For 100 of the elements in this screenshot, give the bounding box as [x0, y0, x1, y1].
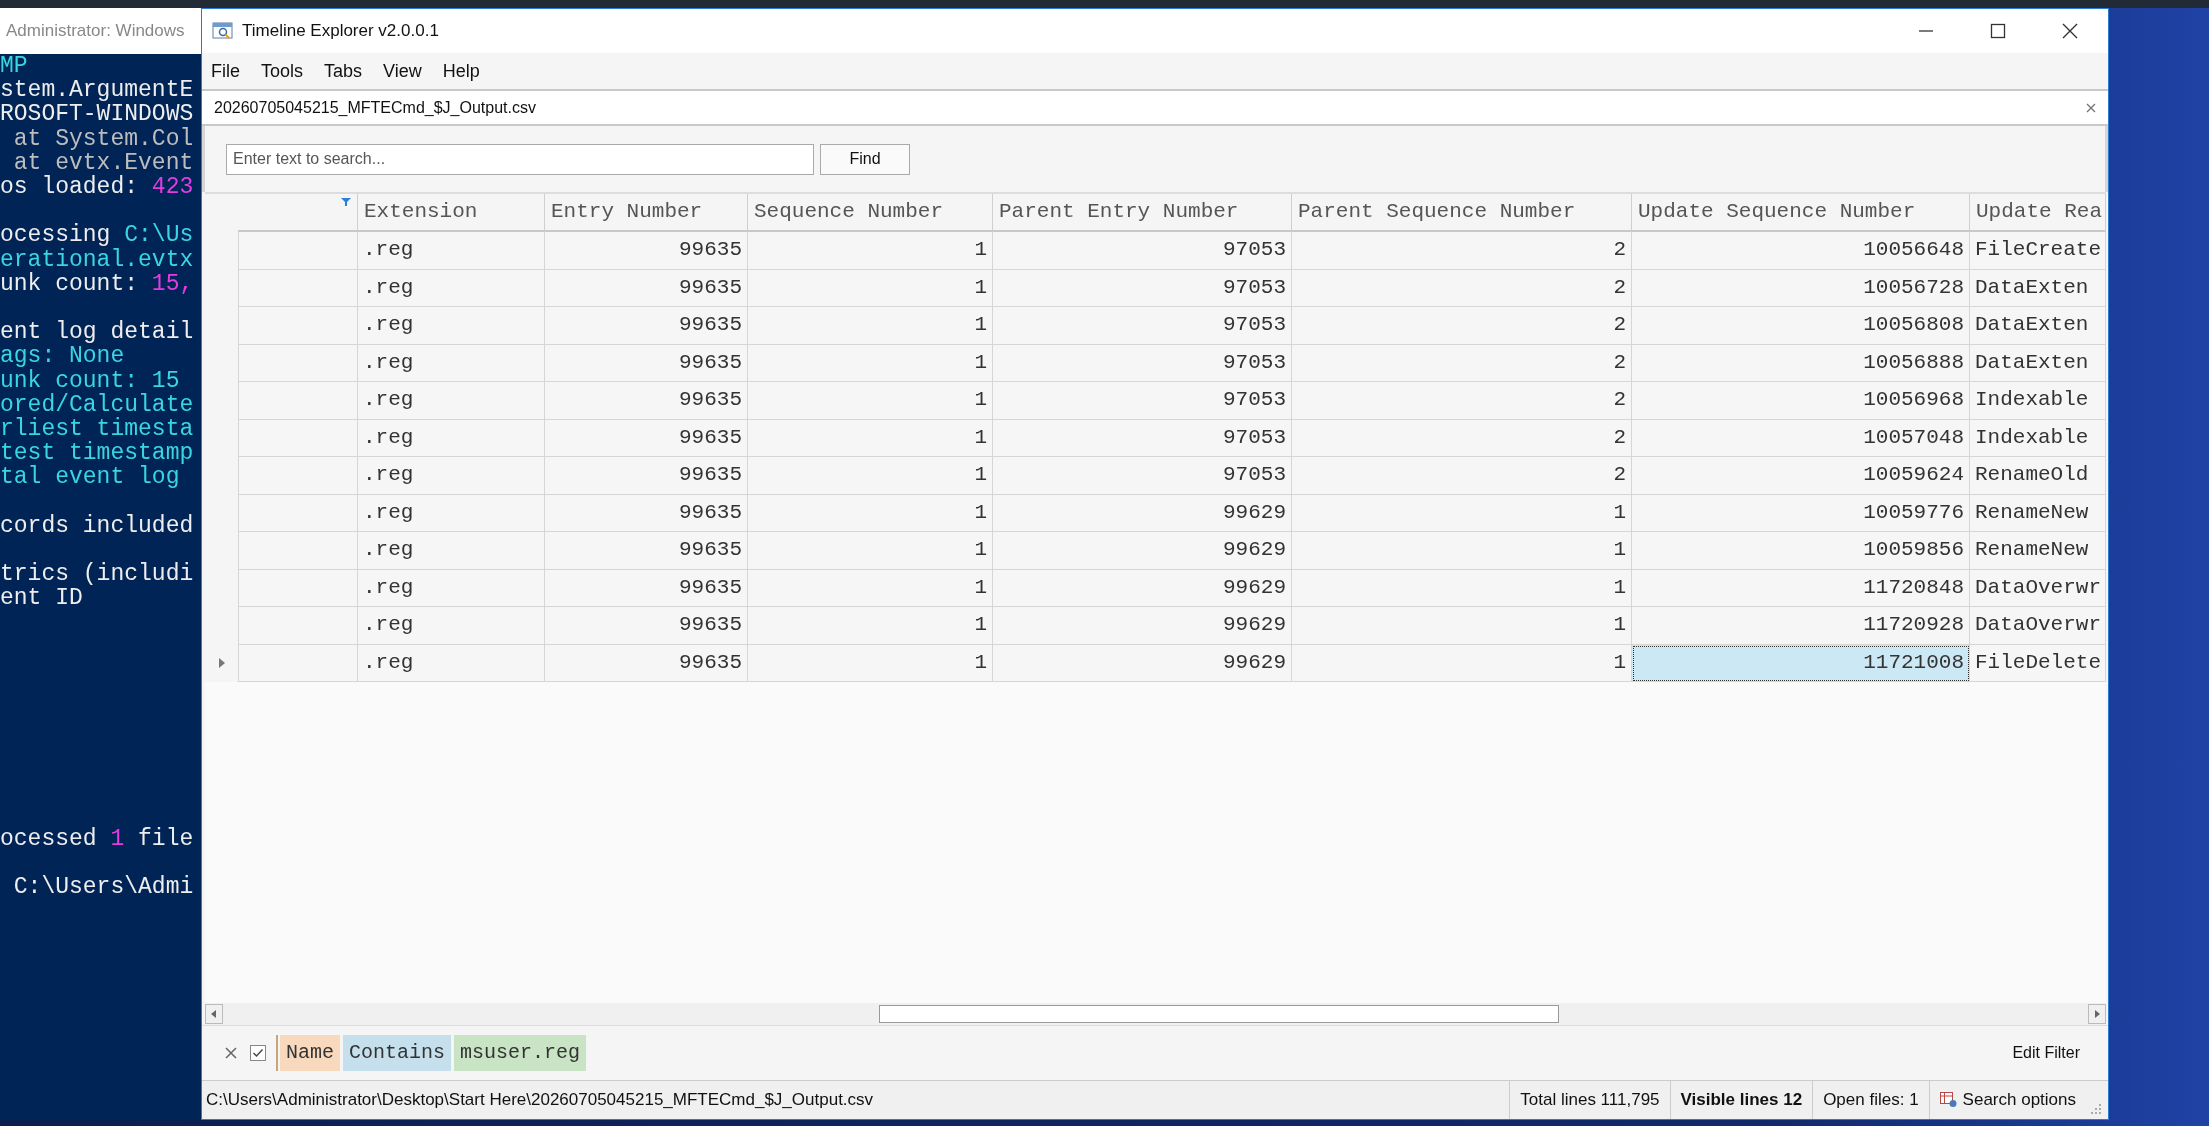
- table-cell[interactable]: .reg: [358, 569, 545, 607]
- table-cell[interactable]: 99629: [993, 607, 1292, 645]
- table-cell[interactable]: 99629: [993, 532, 1292, 570]
- find-button[interactable]: Find: [820, 143, 910, 175]
- table-cell[interactable]: FileCreate: [1970, 232, 2106, 270]
- column-header[interactable]: [238, 194, 358, 232]
- table-cell[interactable]: 99635: [545, 344, 748, 382]
- table-cell[interactable]: 99629: [993, 569, 1292, 607]
- table-cell[interactable]: 97053: [993, 232, 1292, 270]
- column-header[interactable]: Extension: [358, 194, 545, 232]
- table-cell[interactable]: 11720848: [1632, 569, 1970, 607]
- menu-item[interactable]: View: [383, 58, 422, 84]
- table-cell[interactable]: .reg: [358, 457, 545, 495]
- table-cell[interactable]: 10059776: [1632, 494, 1970, 532]
- table-cell[interactable]: 10059856: [1632, 532, 1970, 570]
- table-cell[interactable]: RenameNew: [1970, 532, 2106, 570]
- table-cell[interactable]: 99635: [545, 419, 748, 457]
- table-cell[interactable]: [238, 232, 358, 270]
- table-cell[interactable]: [238, 644, 358, 682]
- table-cell[interactable]: DataOverwr: [1970, 569, 2106, 607]
- table-cell[interactable]: 99635: [545, 644, 748, 682]
- table-cell[interactable]: 10056648: [1632, 232, 1970, 270]
- table-cell[interactable]: .reg: [358, 419, 545, 457]
- table-cell[interactable]: .reg: [358, 644, 545, 682]
- clear-filter-icon[interactable]: [224, 1046, 238, 1060]
- column-header[interactable]: Parent Sequence Number: [1292, 194, 1632, 232]
- filter-icon[interactable]: [341, 198, 351, 206]
- table-cell[interactable]: 99629: [993, 644, 1292, 682]
- table-cell[interactable]: [238, 307, 358, 345]
- table-cell[interactable]: .reg: [358, 232, 545, 270]
- table-cell[interactable]: 1: [1292, 607, 1632, 645]
- table-cell[interactable]: 97053: [993, 344, 1292, 382]
- table-cell[interactable]: 11721008: [1632, 644, 1970, 682]
- table-cell[interactable]: 2: [1292, 419, 1632, 457]
- table-cell[interactable]: .reg: [358, 607, 545, 645]
- filter-token[interactable]: Contains: [343, 1035, 452, 1071]
- table-cell[interactable]: 97053: [993, 419, 1292, 457]
- table-cell[interactable]: 10056968: [1632, 382, 1970, 420]
- table-cell[interactable]: 99635: [545, 457, 748, 495]
- table-cell[interactable]: 2: [1292, 382, 1632, 420]
- table-cell[interactable]: 99629: [993, 494, 1292, 532]
- filter-token[interactable]: Name: [280, 1035, 340, 1071]
- table-cell[interactable]: .reg: [358, 382, 545, 420]
- table-cell[interactable]: Indexable: [1970, 419, 2106, 457]
- table-cell[interactable]: [238, 532, 358, 570]
- table-cell[interactable]: 1: [748, 269, 993, 307]
- table-cell[interactable]: Indexable: [1970, 382, 2106, 420]
- table-cell[interactable]: 99635: [545, 382, 748, 420]
- table-cell[interactable]: DataExten: [1970, 307, 2106, 345]
- table-cell[interactable]: .reg: [358, 269, 545, 307]
- search-field[interactable]: Enter text to search...: [226, 143, 814, 175]
- menu-item[interactable]: Tools: [261, 58, 304, 84]
- table-cell[interactable]: 1: [748, 232, 993, 270]
- table-cell[interactable]: 99635: [545, 307, 748, 345]
- table-cell[interactable]: 1: [748, 419, 993, 457]
- table-cell[interactable]: 97053: [993, 457, 1292, 495]
- table-cell[interactable]: RenameNew: [1970, 494, 2106, 532]
- table-cell[interactable]: 2: [1292, 232, 1632, 270]
- table-cell[interactable]: 97053: [993, 382, 1292, 420]
- table-cell[interactable]: [238, 607, 358, 645]
- table-cell[interactable]: 1: [748, 607, 993, 645]
- table-cell[interactable]: RenameOld: [1970, 457, 2106, 495]
- table-cell[interactable]: .reg: [358, 494, 545, 532]
- table-cell[interactable]: 2: [1292, 269, 1632, 307]
- table-cell[interactable]: [238, 457, 358, 495]
- table-cell[interactable]: 2: [1292, 457, 1632, 495]
- table-cell[interactable]: [238, 419, 358, 457]
- table-cell[interactable]: 1: [748, 644, 993, 682]
- table-cell[interactable]: DataExten: [1970, 269, 2106, 307]
- table-cell[interactable]: .reg: [358, 307, 545, 345]
- horizontal-scrollbar[interactable]: [205, 1003, 2106, 1025]
- edit-filter-button[interactable]: Edit Filter: [2006, 1043, 2086, 1063]
- table-cell[interactable]: [238, 569, 358, 607]
- table-cell[interactable]: 10056808: [1632, 307, 1970, 345]
- column-header[interactable]: Sequence Number: [748, 194, 993, 232]
- table-cell[interactable]: 2: [1292, 307, 1632, 345]
- table-cell[interactable]: 1: [748, 457, 993, 495]
- table-cell[interactable]: 10056888: [1632, 344, 1970, 382]
- column-header[interactable]: Parent Entry Number: [993, 194, 1292, 232]
- table-cell[interactable]: 1: [1292, 569, 1632, 607]
- table-cell[interactable]: 10056728: [1632, 269, 1970, 307]
- column-header[interactable]: Update Sequence Number: [1632, 194, 1970, 232]
- table-cell[interactable]: 99635: [545, 532, 748, 570]
- table-cell[interactable]: [238, 269, 358, 307]
- table-cell[interactable]: 99635: [545, 569, 748, 607]
- table-cell[interactable]: 97053: [993, 307, 1292, 345]
- menu-item[interactable]: Help: [442, 58, 480, 84]
- table-cell[interactable]: DataExten: [1970, 344, 2106, 382]
- scroll-right-icon[interactable]: [2088, 1004, 2106, 1024]
- table-cell[interactable]: [238, 494, 358, 532]
- row-header[interactable]: [205, 644, 238, 682]
- scrollbar-thumb[interactable]: [879, 1005, 1559, 1023]
- search-options-button[interactable]: Search options: [1928, 1081, 2086, 1119]
- table-cell[interactable]: [238, 382, 358, 420]
- column-header[interactable]: Entry Number: [545, 194, 748, 232]
- column-header[interactable]: Update Rea: [1970, 194, 2106, 232]
- menu-item[interactable]: File: [211, 58, 240, 84]
- close-icon[interactable]: [2060, 21, 2080, 41]
- table-cell[interactable]: 1: [748, 494, 993, 532]
- table-cell[interactable]: 2: [1292, 344, 1632, 382]
